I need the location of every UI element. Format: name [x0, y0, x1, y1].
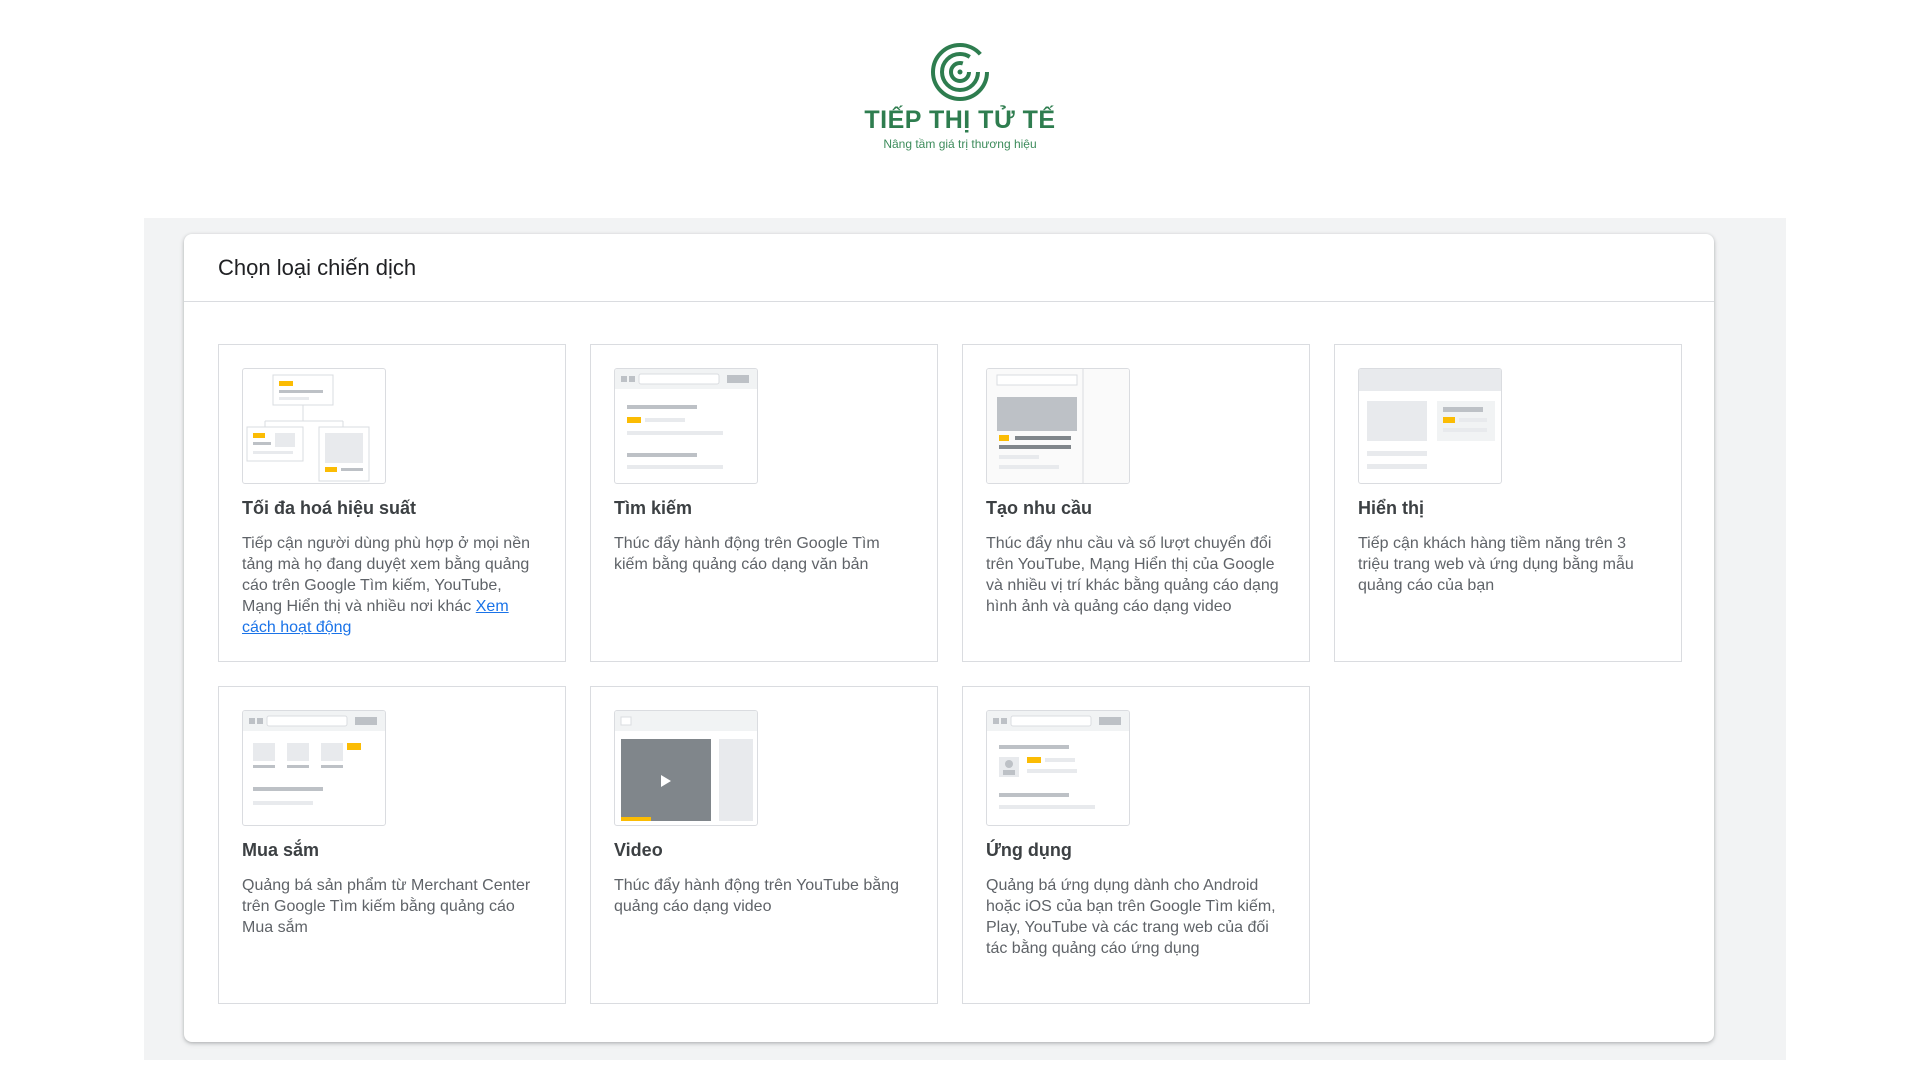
card-description: Thúc đẩy hành động trên Google Tìm kiếm … — [614, 535, 880, 573]
campaign-card-performance-max[interactable]: Tối đa hoá hiệu suất Tiếp cận người dùng… — [218, 344, 566, 662]
panel-title: Chọn loại chiến dịch — [218, 254, 417, 280]
demand-gen-illustration-icon — [986, 368, 1130, 484]
campaign-card-demand-gen[interactable]: Tạo nhu cầu Thúc đẩy nhu cầu và số lượt … — [962, 344, 1310, 662]
performance-max-illustration-icon — [242, 368, 386, 484]
card-title: Tối đa hoá hiệu suất — [242, 498, 417, 518]
card-description: Thúc đẩy nhu cầu và số lượt chuyển đổi t… — [986, 535, 1279, 615]
card-title: Tìm kiếm — [614, 498, 693, 518]
campaign-card-display[interactable]: Hiển thị Tiếp cận khách hàng tiềm năng t… — [1334, 344, 1682, 662]
campaign-type-panel: Chọn loại chiến dịch Tối đa hoá hiệu suấ… — [184, 234, 1714, 1042]
panel-header: Chọn loại chiến dịch — [184, 234, 1714, 302]
card-title: Ứng dụng — [986, 840, 1072, 860]
shopping-campaign-illustration-icon — [242, 710, 386, 826]
brand-header: TIẾP THỊ TỬ TẾ Nâng tầm giá trị thương h… — [0, 40, 1920, 151]
campaign-card-app[interactable]: Ứng dụng Quảng bá ứng dụng dành cho Andr… — [962, 686, 1310, 1004]
screenshot-frame: Chọn loại chiến dịch Tối đa hoá hiệu suấ… — [144, 218, 1786, 1060]
search-campaign-illustration-icon — [614, 368, 758, 484]
spiral-logo-icon — [931, 43, 989, 101]
brand-name: TIẾP THỊ TỬ TẾ — [864, 106, 1056, 134]
card-description: Quảng bá sản phẩm từ Merchant Center trê… — [242, 877, 531, 936]
card-title: Mua sắm — [242, 840, 320, 860]
card-description: Tiếp cận người dùng phù hợp ở mọi nền tả… — [242, 533, 542, 638]
video-campaign-illustration-icon — [614, 710, 758, 826]
card-title: Tạo nhu cầu — [986, 498, 1093, 518]
card-description: Quảng bá ứng dụng dành cho Android hoặc … — [986, 877, 1276, 957]
campaign-type-grid: Tối đa hoá hiệu suất Tiếp cận người dùng… — [218, 344, 1682, 1004]
display-campaign-illustration-icon — [1358, 368, 1502, 484]
campaign-card-video[interactable]: Video Thúc đẩy hành động trên YouTube bằ… — [590, 686, 938, 1004]
page: TIẾP THỊ TỬ TẾ Nâng tầm giá trị thương h… — [0, 0, 1920, 1080]
card-title: Video — [614, 840, 663, 860]
campaign-card-shopping[interactable]: Mua sắm Quảng bá sản phẩm từ Merchant Ce… — [218, 686, 566, 1004]
card-description: Tiếp cận khách hàng tiềm năng trên 3 tri… — [1358, 535, 1634, 594]
brand-slogan: Nâng tầm giá trị thương hiệu — [883, 137, 1037, 151]
card-title: Hiển thị — [1358, 498, 1424, 518]
campaign-card-search[interactable]: Tìm kiếm Thúc đẩy hành động trên Google … — [590, 344, 938, 662]
app-campaign-illustration-icon — [986, 710, 1130, 826]
card-description: Thúc đẩy hành động trên YouTube bằng quả… — [614, 877, 899, 915]
